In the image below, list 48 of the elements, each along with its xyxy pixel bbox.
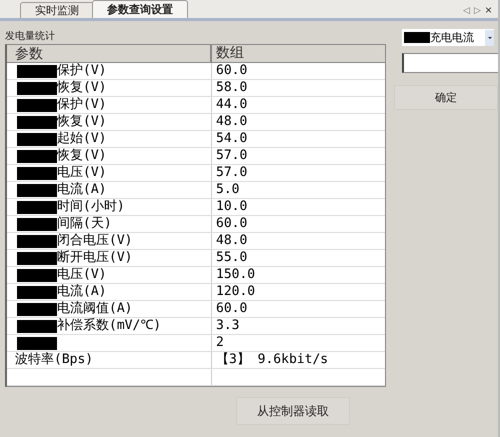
- table-cell: 【3】 9.6kbit/s: [216, 352, 328, 367]
- table-cell: 断开电压(V): [57, 250, 132, 266]
- table-cell: 恢复(V): [57, 80, 106, 96]
- table-cell: 电压(V): [57, 267, 106, 283]
- table-cell: 60.0: [216, 216, 248, 231]
- scroll-right-button[interactable]: ▷: [472, 2, 483, 18]
- table-cell: 电流(A): [57, 182, 106, 198]
- table-cell: 间隔(天): [57, 216, 112, 232]
- close-button[interactable]: ×: [482, 2, 494, 18]
- scroll-left-button[interactable]: ◁: [460, 2, 472, 18]
- table-cell: 时间(小时): [57, 199, 125, 215]
- table-cell: 48.0: [216, 233, 248, 248]
- table-cell: 3.3: [216, 318, 240, 333]
- dropdown-value: 充电电流: [430, 30, 475, 45]
- table-cell: 电压(V): [57, 165, 106, 181]
- table-cell: 电流阈值(A): [57, 301, 132, 317]
- tab[interactable]: 参数查询设置: [92, 0, 188, 18]
- table-cell: 60.0: [216, 301, 248, 316]
- column-header[interactable]: 数组: [212, 45, 385, 62]
- table-cell: 波特率(Bps): [15, 352, 94, 368]
- table-cell: 电流(A): [57, 284, 106, 300]
- table-cell: 58.0: [216, 80, 248, 95]
- read-button[interactable]: 从控制器读取: [236, 397, 350, 425]
- table-cell: 5.0: [216, 182, 240, 197]
- table-cell: 补偿系数(mV/℃): [57, 318, 162, 334]
- table-cell: 120.0: [216, 284, 256, 299]
- table-cell: 保护(V): [57, 63, 106, 79]
- tab[interactable]: 实时监测: [20, 2, 94, 18]
- table-cell: 保护(V): [57, 97, 106, 113]
- table-cell: 闭合电压(V): [57, 233, 132, 249]
- table-cell: 2: [216, 335, 224, 350]
- table-cell: 57.0: [216, 148, 248, 163]
- input-field[interactable]: [402, 53, 498, 73]
- table-cell: 150.0: [216, 267, 256, 282]
- table-cell: 48.0: [216, 114, 248, 129]
- table-cell: 55.0: [216, 250, 248, 265]
- group-label: 发电量统计: [5, 30, 56, 44]
- column-header[interactable]: 参数: [7, 45, 212, 62]
- table-cell: 44.0: [216, 97, 248, 112]
- table-cell: 恢复(V): [57, 114, 106, 130]
- confirm-button[interactable]: 确定: [394, 85, 498, 110]
- table-cell: 60.0: [216, 63, 248, 78]
- table-cell: 起始(V): [57, 131, 106, 147]
- dropdown[interactable]: 充电电流: [402, 29, 494, 46]
- table-cell: 恢复(V): [57, 148, 106, 164]
- table-cell: 54.0: [216, 131, 248, 146]
- table-cell: 57.0: [216, 165, 248, 180]
- table-cell: 10.0: [216, 199, 248, 214]
